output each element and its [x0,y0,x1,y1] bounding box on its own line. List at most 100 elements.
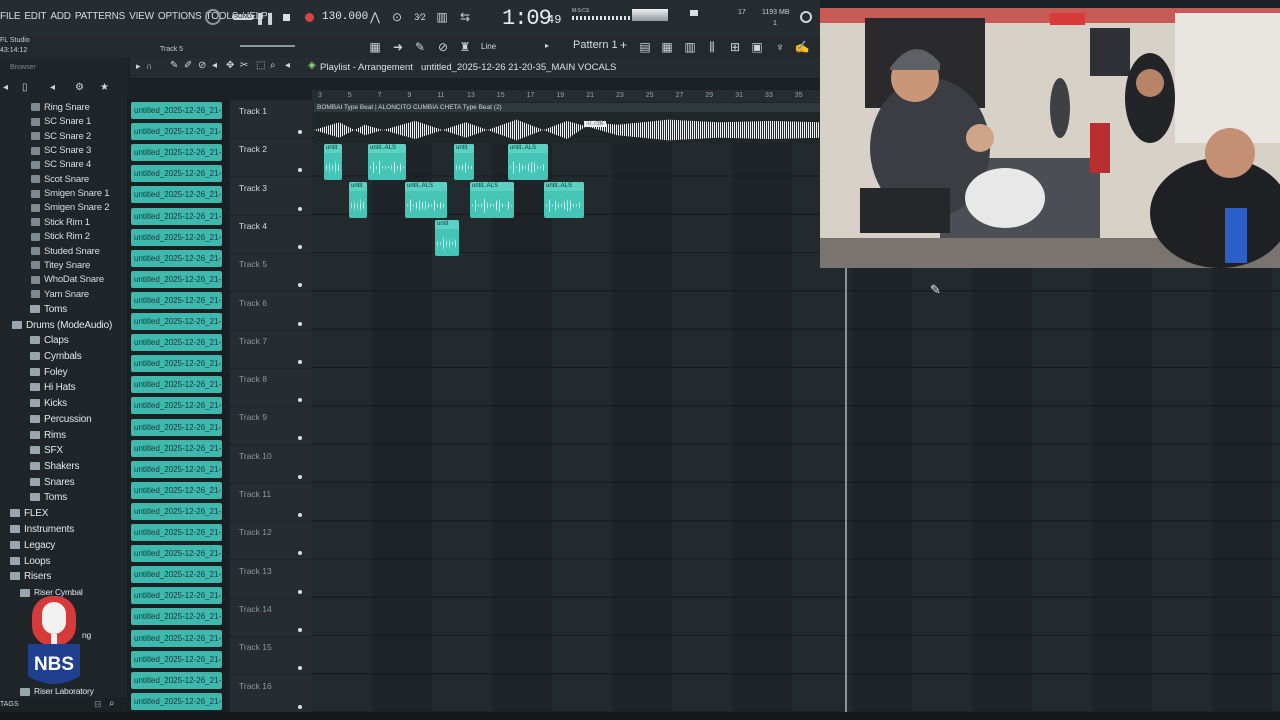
pattern-clip[interactable]: untitled_2025-12-26_21-... [131,291,222,309]
playlist-menu-icon[interactable]: ▸ [136,61,141,72]
track-header[interactable]: Track 13 [230,560,312,599]
browser-item[interactable]: Smigen Snare 1 [31,188,110,199]
piano-roll-window-icon[interactable]: ▥ [682,40,698,54]
browser-folder[interactable]: Kicks [30,398,67,409]
browser-item[interactable]: Scot Snare [31,174,89,185]
vocal-audio-clip[interactable]: untit..ALS [470,182,514,218]
browser-folder[interactable]: FLEX [10,508,48,519]
browser-folder[interactable]: Drums (ModeAudio) [12,320,112,331]
browser-icon[interactable]: ⊞ [727,40,743,54]
browser-folder[interactable]: Loops [10,556,50,567]
stop-icon[interactable] [283,14,290,21]
pattern-clip[interactable]: untitled_2025-12-26_21-... [131,650,222,668]
pattern-clip[interactable]: untitled_2025-12-26_21-... [131,102,222,119]
track-header[interactable]: Track 5 [230,253,312,293]
pattern-clip[interactable]: untitled_2025-12-26_21-... [131,249,222,267]
browser-folder[interactable]: Cymbals [30,351,82,362]
track-header[interactable]: Track 14 [230,598,312,637]
pattern-clip[interactable]: untitled_2025-12-26_21-... [131,587,222,605]
channel-rack-icon[interactable]: ▦ [659,40,675,54]
browser-settings-icon[interactable]: ⚙ [75,82,84,93]
track-mute-led[interactable] [298,436,302,441]
pattern-select[interactable]: Pattern 1 [573,39,618,51]
browser-speaker-icon[interactable]: ◂ [50,82,55,93]
browser-item[interactable]: Stick Rim 1 [31,217,90,228]
menu-file[interactable]: FILE [0,11,21,22]
browser-item[interactable]: SC Snare 1 [31,116,91,127]
menu-edit[interactable]: EDIT [24,11,46,22]
browser-star-icon[interactable]: ★ [100,82,109,93]
pattern-clip[interactable]: untitled_2025-12-26_21-... [131,692,222,710]
browser-item[interactable]: Yam Snare [31,289,89,300]
pattern-mode-icon[interactable] [690,10,698,16]
browser-folder[interactable]: Percussion [30,414,92,425]
pattern-clip[interactable]: untitled_2025-12-26_21-... [131,165,222,183]
track-mute-led[interactable] [298,551,302,556]
track-mute-led[interactable] [298,168,302,173]
power-icon[interactable] [800,11,812,23]
track-header[interactable]: Track 1 [230,100,312,139]
track-mute-led[interactable] [298,704,302,709]
vocal-audio-clip[interactable]: untit [435,220,459,256]
browser-folder[interactable]: Instruments [10,524,74,535]
pattern-clip[interactable]: untitled_2025-12-26_21-... [131,418,222,436]
menu-options[interactable]: OPTIONS [158,11,202,22]
main-pitch-slider[interactable] [240,45,295,47]
browser-item[interactable]: Smigen Snare 2 [31,202,110,213]
pattern-clip[interactable]: untitled_2025-12-26_21-... [131,207,222,225]
select-tool-icon[interactable]: ⬚ [256,60,265,71]
browser-item[interactable]: SC Snare 2 [31,131,91,142]
track-header[interactable]: Track 9 [230,406,312,446]
browser-folder[interactable]: Foley [30,367,68,378]
timeline-ruler[interactable]: 3 5 7 9 11 13 15 17 19 21 23 25 27 29 31 33 35 [312,90,820,102]
browser-folder[interactable]: Risers [10,571,51,582]
browser-folder[interactable]: Shakers [30,461,79,472]
slip-tool-icon[interactable]: ✥ [226,60,234,71]
add-pattern-icon[interactable]: + [620,38,627,52]
pattern-clip[interactable]: untitled_2025-12-26_21-... [131,629,222,647]
browser-item[interactable]: SC Snare 3 [31,145,91,156]
browser-folder[interactable]: Snares [30,477,75,488]
pattern-clip[interactable]: untitled_2025-12-26_21-... [131,186,222,204]
track-mute-led[interactable] [298,321,302,326]
paint-tool-icon[interactable]: ✐ [184,60,192,71]
mixer-icon[interactable]: ⫼ [704,40,720,54]
slice-tool-icon[interactable]: ✂ [240,60,248,71]
blend-icon[interactable]: ▥ [434,10,450,24]
browser-folder[interactable]: Legacy [10,540,55,551]
track-header[interactable]: Track 11 [230,483,312,522]
browser-folder[interactable]: Claps [30,335,69,346]
beat-audio-clip[interactable]: BOMBAI Type Beat | ALONCITO CUMBIA CHETA… [314,103,823,143]
browser-item[interactable]: Titey Snare [31,260,90,271]
pattern-clip[interactable]: untitled_2025-12-26_21-... [131,313,222,330]
record-icon[interactable] [305,13,314,22]
pattern-clip[interactable]: untitled_2025-12-26_21-... [131,376,222,394]
magnet-icon[interactable]: ∩ [146,61,152,71]
browser-folder[interactable]: Hi Hats [30,382,76,393]
touch-keyboard-icon[interactable]: ✍ [794,40,810,54]
pattern-clip[interactable]: untitled_2025-12-26_21-... [131,397,222,415]
pattern-arrow-icon[interactable]: ▸ [545,41,549,50]
track-header[interactable]: Track 2 [230,138,312,178]
pattern-clip[interactable]: untitled_2025-12-26_21-... [131,460,222,478]
pattern-clip[interactable]: untitled_2025-12-26_21-... [131,671,222,689]
play-icon[interactable]: ❚❚ [255,11,275,25]
playhead[interactable] [845,268,847,716]
vocal-audio-clip[interactable]: untit [454,144,474,180]
playback-tool-icon[interactable]: ◂ [285,60,290,71]
pencil-icon[interactable]: ✎ [412,40,428,54]
browser-search-icon[interactable]: ⌕ [109,698,115,709]
pattern-clip[interactable]: untitled_2025-12-26_21-... [131,481,222,499]
track-mute-led[interactable] [298,589,302,594]
pattern-clip[interactable]: untitled_2025-12-26_21-... [131,123,222,141]
loop-record-icon[interactable]: ⇆ [457,10,473,24]
pattern-clip[interactable]: untitled_2025-12-26_21-... [131,502,222,520]
pattern-clip[interactable]: untitled_2025-12-26_21-... [131,355,222,373]
browser-folder[interactable]: SFX [30,445,63,456]
menu-add[interactable]: ADD [50,11,71,22]
track-header[interactable]: Track 10 [230,445,312,484]
piano-roll-icon[interactable]: ▦ [367,40,383,54]
track-mute-led[interactable] [298,474,302,479]
track-mute-led[interactable] [298,513,302,517]
delete-tool-icon[interactable]: ⊘ [198,60,206,71]
